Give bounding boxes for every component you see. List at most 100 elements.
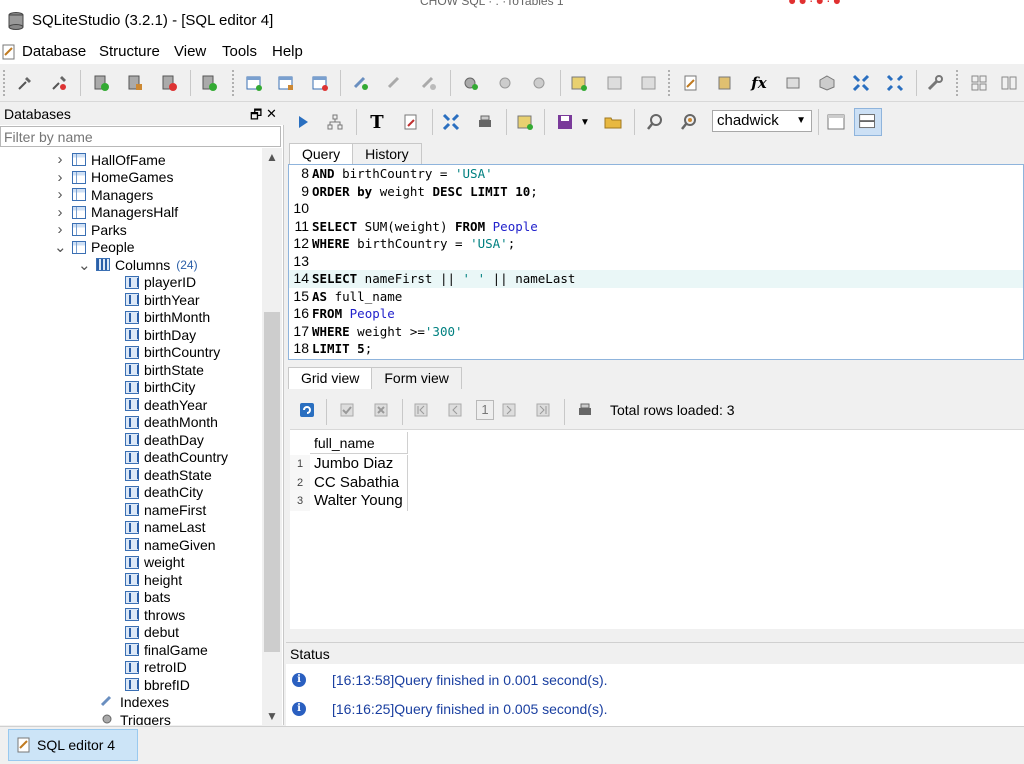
grid-cell[interactable]: CC Sabathia [310, 473, 408, 492]
new-index-icon[interactable] [350, 72, 372, 94]
float-panel-icon[interactable]: 🗗 [250, 106, 262, 128]
results-below-button[interactable] [854, 108, 882, 136]
expand-arrow-icon[interactable]: › [54, 169, 66, 186]
tree-columns-node[interactable]: ⌄ Columns (24) [78, 256, 198, 274]
functions-editor-icon[interactable]: fx [748, 72, 770, 94]
import-icon[interactable] [850, 72, 872, 94]
code-line[interactable]: 10 [289, 200, 1023, 218]
execute-query-icon[interactable] [292, 111, 314, 133]
tree-column-item[interactable]: nameFirst [125, 501, 206, 519]
code-line[interactable]: 17 WHERE weight >='300' [289, 323, 1023, 341]
edit-index-icon[interactable] [384, 72, 406, 94]
menu-view[interactable]: View [174, 43, 206, 60]
code-line[interactable]: 11 SELECT SUM(weight) FROM People [289, 218, 1023, 236]
tree-column-item[interactable]: birthCountry [125, 344, 220, 362]
menu-database[interactable]: Database [22, 43, 86, 60]
grid-cell[interactable]: Walter Young [310, 492, 408, 511]
tree-column-item[interactable]: nameGiven [125, 536, 216, 554]
tree-table-parks[interactable]: › Parks [54, 221, 127, 239]
tile-horizontal-icon[interactable] [998, 72, 1020, 94]
database-select[interactable]: chadwick ▼ [712, 110, 812, 132]
find-icon[interactable] [644, 111, 666, 133]
collapse-arrow-icon[interactable]: ⌄ [54, 238, 67, 256]
expand-arrow-icon[interactable]: › [54, 221, 66, 238]
edit-trigger-icon[interactable] [494, 72, 516, 94]
code-line[interactable]: 13 [289, 253, 1023, 271]
page-number[interactable]: 1 [476, 400, 494, 420]
new-trigger-icon[interactable] [460, 72, 482, 94]
tree-column-item[interactable]: birthState [125, 361, 204, 379]
tree-column-item[interactable]: deathDay [125, 431, 204, 449]
first-page-icon[interactable] [410, 399, 432, 421]
save-sql-file-icon[interactable] [400, 111, 422, 133]
code-line[interactable]: 18 LIMIT 5; [289, 340, 1023, 358]
tree-scrollbar[interactable]: ▲ ▼ [262, 148, 282, 725]
code-line[interactable]: 15 AS full_name [289, 288, 1023, 306]
ddl-history-icon[interactable] [714, 72, 736, 94]
tree-column-item[interactable]: debut [125, 624, 179, 642]
toolbar-grip-4[interactable] [956, 70, 960, 96]
collations-editor-icon[interactable] [782, 72, 804, 94]
expand-arrow-icon[interactable]: › [54, 204, 66, 221]
tree-column-item[interactable]: deathState [125, 466, 212, 484]
refresh-results-icon[interactable] [296, 399, 318, 421]
tree-column-item[interactable]: deathCity [125, 484, 203, 502]
tree-column-item[interactable]: deathCountry [125, 449, 228, 467]
save-dropdown-icon[interactable]: ▼ [574, 111, 596, 133]
filter-input[interactable] [0, 126, 281, 147]
expand-arrow-icon[interactable]: › [54, 151, 66, 168]
tree-table-people[interactable]: ⌄ People [54, 238, 135, 256]
column-header-full-name[interactable]: full_name [310, 432, 408, 454]
find-replace-icon[interactable] [678, 111, 700, 133]
menu-help[interactable]: Help [272, 43, 303, 60]
tab-history[interactable]: History [352, 143, 422, 165]
print-icon[interactable] [474, 111, 496, 133]
tree-column-item[interactable]: finalGame [125, 641, 208, 659]
print-results-icon[interactable] [574, 399, 596, 421]
sql-code-editor[interactable]: 8 AND birthCountry = 'USA' 9 ORDER by weigh… [288, 164, 1024, 360]
commit-icon[interactable] [336, 399, 358, 421]
export-results-icon[interactable] [440, 111, 462, 133]
connect-db-icon[interactable] [14, 72, 36, 94]
delete-table-icon[interactable] [309, 72, 331, 94]
explain-query-icon[interactable] [324, 111, 346, 133]
rollback-icon[interactable] [370, 399, 392, 421]
refresh-database-icon[interactable] [198, 72, 220, 94]
add-database-icon[interactable] [90, 72, 112, 94]
open-sql-editor-icon[interactable] [680, 72, 702, 94]
tree-column-item[interactable]: deathMonth [125, 414, 218, 432]
tree-triggers-node[interactable]: Triggers [100, 711, 171, 725]
config-wrench-icon[interactable] [924, 72, 946, 94]
tile-windows-icon[interactable] [968, 72, 990, 94]
code-line[interactable]: 9 ORDER by weight DESC LIMIT 10; [289, 183, 1023, 201]
new-view-icon[interactable] [568, 72, 590, 94]
tree-table-homegames[interactable]: › HomeGames [54, 169, 174, 187]
tab-query[interactable]: Query [289, 143, 354, 165]
edit-table-icon[interactable] [275, 72, 297, 94]
delete-index-icon[interactable] [418, 72, 440, 94]
format-sql-icon[interactable]: T [366, 111, 388, 133]
tree-column-item[interactable]: deathYear [125, 396, 207, 414]
create-view-from-query-icon[interactable] [514, 111, 536, 133]
new-table-icon[interactable] [243, 72, 265, 94]
code-line[interactable]: 14 SELECT nameFirst || ' ' || nameLast [289, 270, 1023, 288]
delete-trigger-icon[interactable] [528, 72, 550, 94]
tree-column-item[interactable]: bats [125, 589, 170, 607]
grid-cell[interactable]: Jumbo Diaz [310, 455, 408, 474]
tree-column-item[interactable]: birthMonth [125, 309, 210, 327]
tree-table-halloffame[interactable]: › HallOfFame [54, 151, 166, 169]
tree-table-managershalf[interactable]: › ManagersHalf [54, 204, 179, 222]
code-line[interactable]: 8 AND birthCountry = 'USA' [289, 165, 1023, 183]
scrollbar-thumb[interactable] [264, 312, 280, 652]
tree-table-managers[interactable]: › Managers [54, 186, 154, 204]
tree-column-item[interactable]: nameLast [125, 519, 205, 537]
close-panel-icon[interactable]: ✕ [266, 106, 277, 122]
tree-column-item[interactable]: height [125, 571, 182, 589]
open-file-icon[interactable] [602, 111, 624, 133]
disconnect-db-icon[interactable] [48, 72, 70, 94]
tree-column-item[interactable]: retroID [125, 659, 187, 677]
toolbar-grip-2[interactable] [232, 70, 236, 96]
tab-grid-view[interactable]: Grid view [288, 367, 373, 389]
tree-column-item[interactable]: playerID [125, 274, 196, 292]
tree-column-item[interactable]: birthYear [125, 291, 200, 309]
